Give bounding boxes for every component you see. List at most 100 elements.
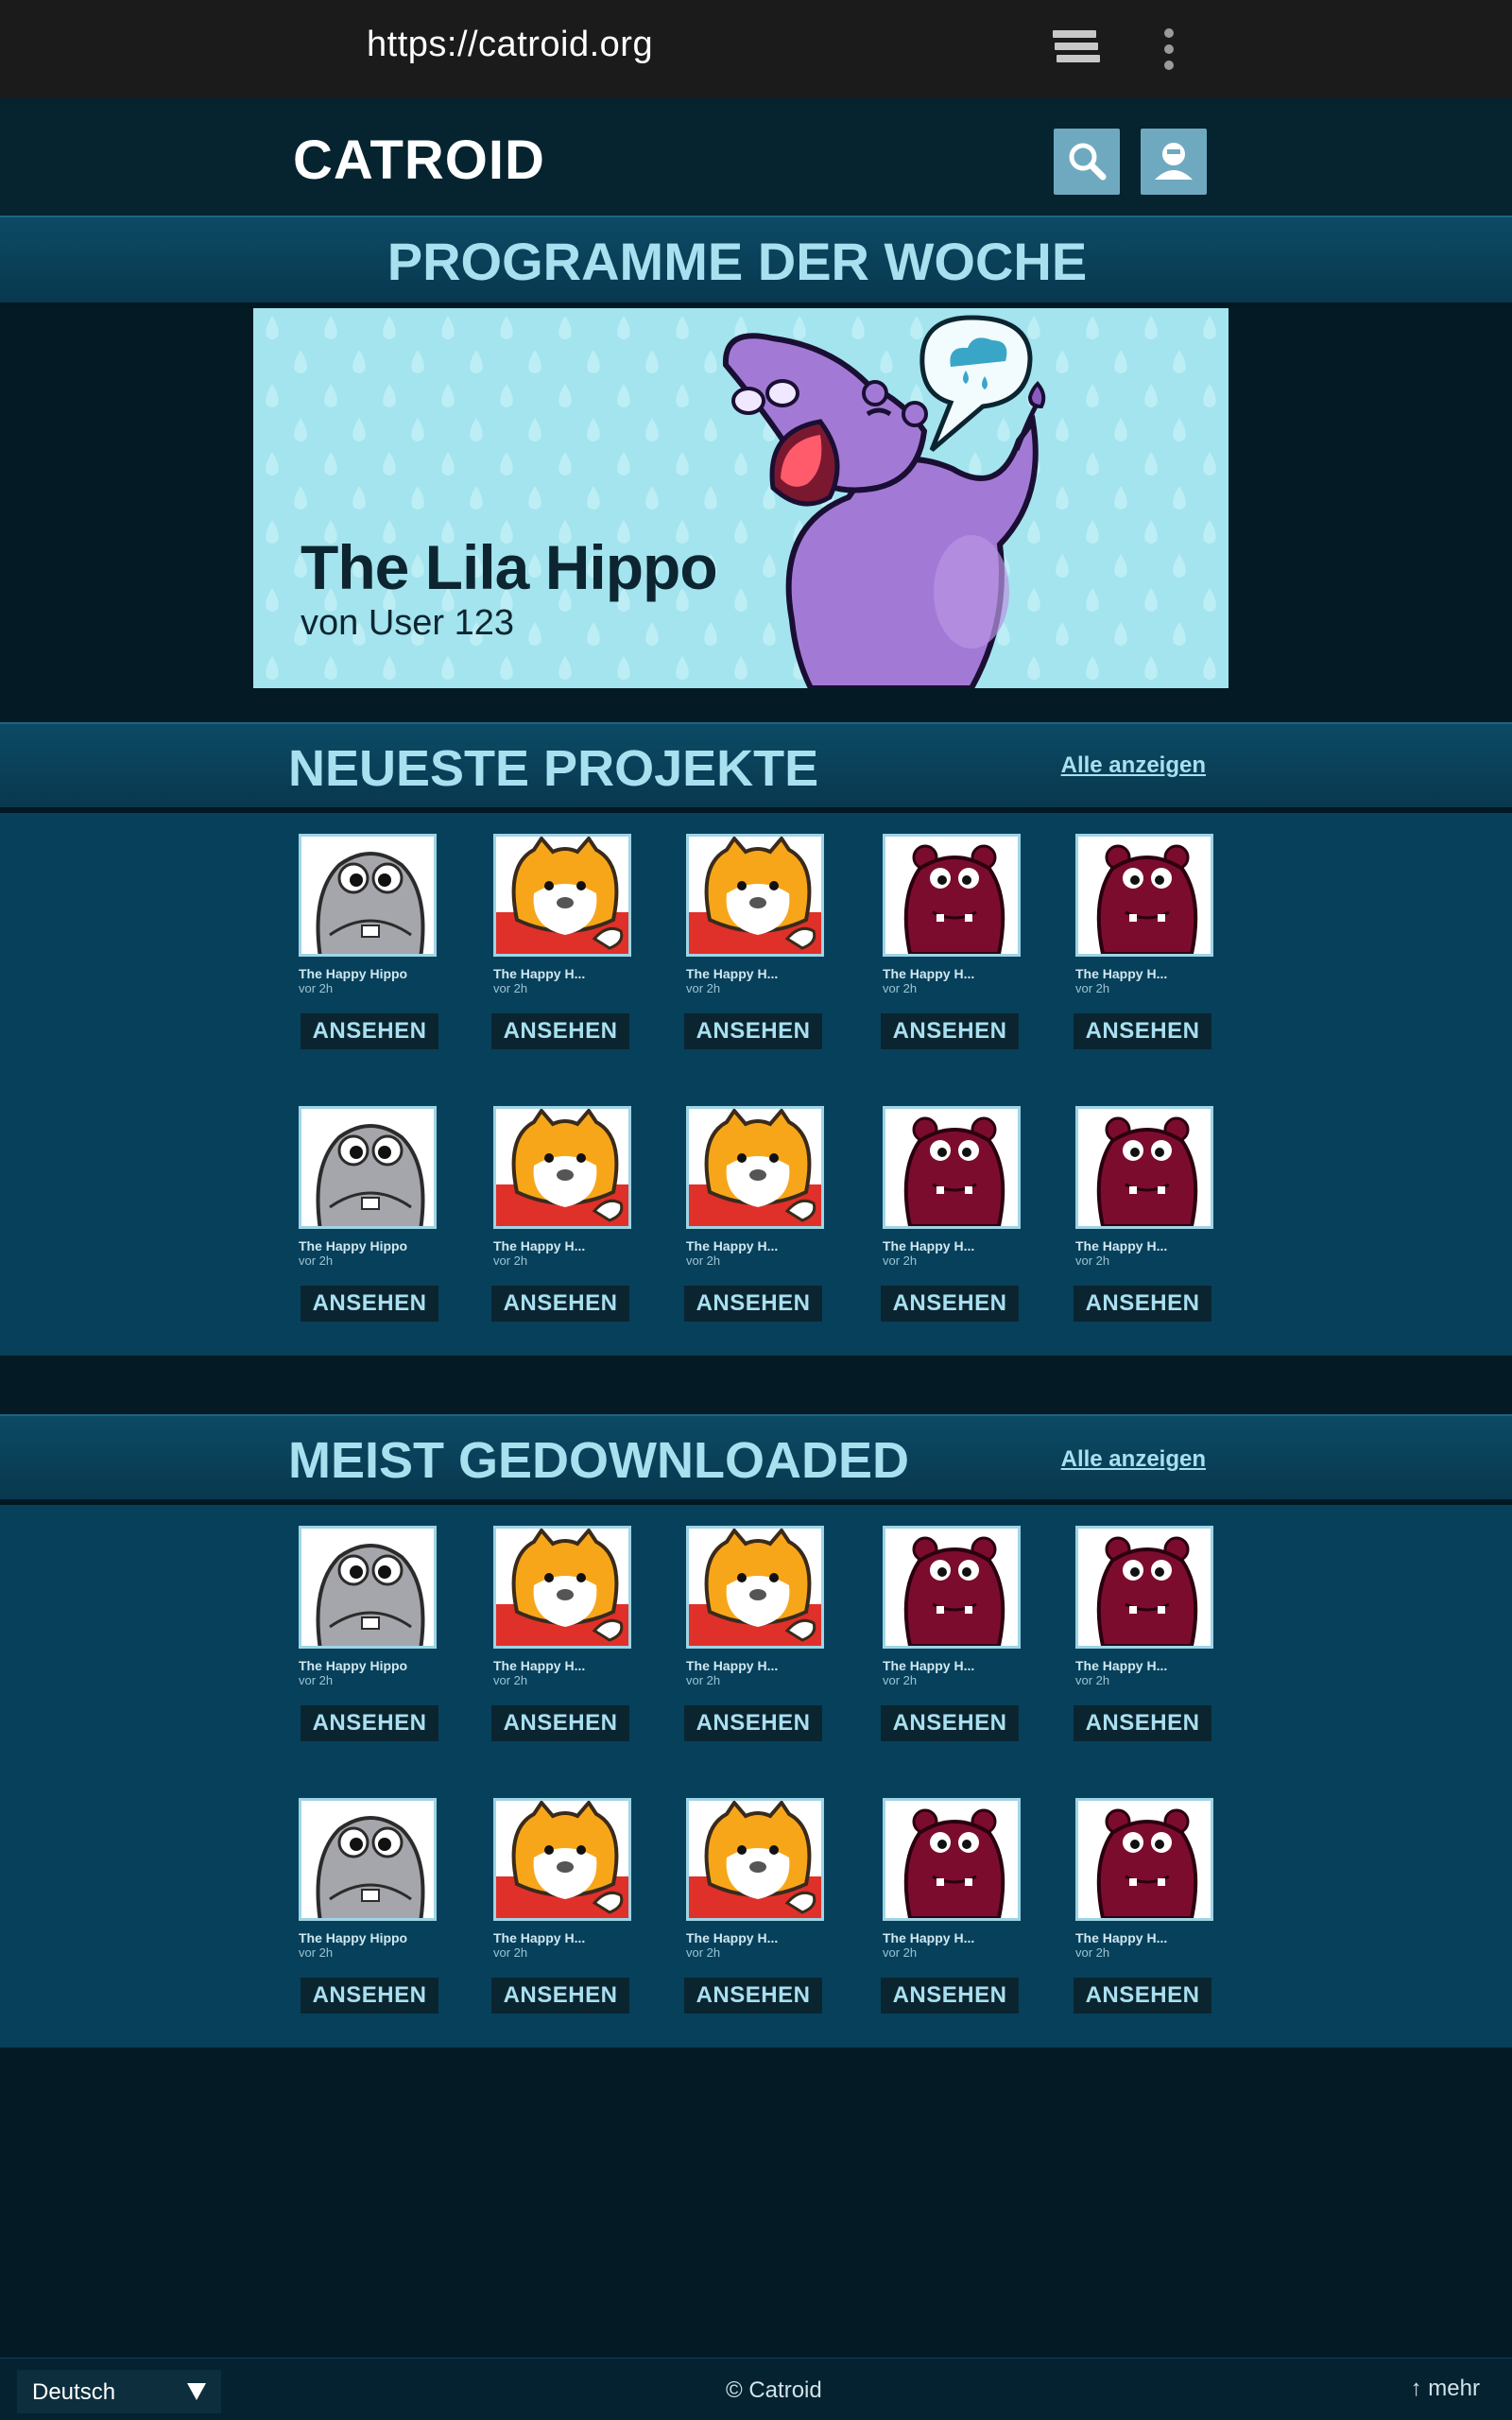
more-vertical-icon[interactable] [1162, 28, 1176, 70]
project-name: The Happy H... [1075, 1658, 1168, 1673]
project-card[interactable]: The Happy H... vor 2h ANSEHEN [684, 834, 828, 1061]
project-thumbnail[interactable] [1075, 1798, 1213, 1921]
newest-section-header: NEUESTE PROJEKTE Alle anzeigen [0, 722, 1512, 813]
project-thumbnail[interactable] [493, 1798, 631, 1921]
view-project-button[interactable]: ANSEHEN [1074, 1013, 1211, 1049]
project-card[interactable]: The Happy H... vor 2h ANSEHEN [1074, 1526, 1217, 1753]
project-name: The Happy H... [883, 1658, 975, 1673]
most-downloaded-section-title: MEIST GEDOWNLOADED [288, 1432, 909, 1489]
newest-project-grid: The Happy Hippo vor 2h ANSEHEN The Happy H.… [0, 813, 1512, 1356]
project-thumbnail[interactable] [686, 834, 824, 957]
search-button[interactable] [1054, 129, 1120, 195]
project-thumbnail[interactable] [299, 834, 437, 957]
chevron-down-icon [187, 2383, 206, 2400]
project-card[interactable]: The Happy H... vor 2h ANSEHEN [881, 1798, 1024, 2025]
project-thumbnail[interactable] [493, 1106, 631, 1229]
project-card[interactable]: The Happy H... vor 2h ANSEHEN [684, 1106, 828, 1333]
project-thumbnail[interactable] [299, 1798, 437, 1921]
project-time: vor 2h [883, 1673, 918, 1687]
view-project-button[interactable]: ANSEHEN [301, 1013, 438, 1049]
project-thumbnail[interactable] [1075, 1106, 1213, 1229]
project-card[interactable]: The Happy H... vor 2h ANSEHEN [491, 1526, 635, 1753]
view-project-button[interactable]: ANSEHEN [881, 1978, 1019, 2014]
profile-button[interactable] [1141, 129, 1207, 195]
project-card[interactable]: The Happy H... vor 2h ANSEHEN [1074, 834, 1217, 1061]
view-project-button[interactable]: ANSEHEN [301, 1978, 438, 2014]
project-card[interactable]: The Happy H... vor 2h ANSEHEN [684, 1798, 828, 2025]
more-link[interactable]: ↑ mehr [1411, 2376, 1480, 2402]
site-logo[interactable]: CATROID [293, 129, 545, 192]
project-name: The Happy Hippo [299, 1238, 408, 1253]
project-card[interactable]: The Happy H... vor 2h ANSEHEN [491, 1106, 635, 1333]
project-name: The Happy H... [1075, 1238, 1168, 1253]
tabs-icon[interactable] [1053, 30, 1100, 70]
project-thumbnail[interactable] [299, 1106, 437, 1229]
project-card[interactable]: The Happy Hippo vor 2h ANSEHEN [299, 1798, 440, 2025]
featured-banner-image[interactable]: The Lila Hippo von User 123 [253, 308, 1228, 688]
project-card[interactable]: The Happy H... vor 2h ANSEHEN [1074, 1106, 1217, 1333]
project-name: The Happy H... [493, 1658, 586, 1673]
project-name: The Happy H... [493, 1930, 586, 1945]
project-card[interactable]: The Happy H... vor 2h ANSEHEN [491, 1798, 635, 2025]
project-time: vor 2h [1075, 1945, 1110, 1960]
project-thumbnail[interactable] [493, 834, 631, 957]
featured-banner[interactable]: The Lila Hippo von User 123 [0, 308, 1512, 688]
project-name: The Happy H... [686, 1658, 779, 1673]
project-thumbnail[interactable] [299, 1526, 437, 1649]
project-card[interactable]: The Happy Hippo vor 2h ANSEHEN [299, 834, 440, 1061]
project-thumbnail[interactable] [883, 1798, 1021, 1921]
view-project-button[interactable]: ANSEHEN [491, 1013, 629, 1049]
most-downloaded-project-grid: The Happy Hippo vor 2h ANSEHEN The Happy H.… [0, 1505, 1512, 2048]
project-card[interactable]: The Happy H... vor 2h ANSEHEN [1074, 1798, 1217, 2025]
project-thumbnail[interactable] [1075, 834, 1213, 957]
view-project-button[interactable]: ANSEHEN [491, 1286, 629, 1322]
project-card[interactable]: The Happy H... vor 2h ANSEHEN [491, 834, 635, 1061]
project-card[interactable]: The Happy H... vor 2h ANSEHEN [881, 1106, 1024, 1333]
project-thumbnail[interactable] [686, 1798, 824, 1921]
project-time: vor 2h [1075, 981, 1110, 995]
project-time: vor 2h [686, 1253, 721, 1268]
view-project-button[interactable]: ANSEHEN [301, 1286, 438, 1322]
most-downloaded-show-all-link[interactable]: Alle anzeigen [1061, 1446, 1206, 1473]
view-project-button[interactable]: ANSEHEN [301, 1705, 438, 1741]
project-thumbnail[interactable] [883, 1526, 1021, 1649]
language-select[interactable]: Deutsch [17, 2370, 221, 2413]
project-time: vor 2h [686, 1673, 721, 1687]
project-thumbnail[interactable] [686, 1526, 824, 1649]
project-name: The Happy H... [686, 966, 779, 981]
view-project-button[interactable]: ANSEHEN [684, 1286, 822, 1322]
project-thumbnail[interactable] [686, 1106, 824, 1229]
project-time: vor 2h [493, 981, 528, 995]
view-project-button[interactable]: ANSEHEN [881, 1705, 1019, 1741]
newest-show-all-link[interactable]: Alle anzeigen [1061, 752, 1206, 779]
view-project-button[interactable]: ANSEHEN [684, 1705, 822, 1741]
project-thumbnail[interactable] [883, 834, 1021, 957]
view-project-button[interactable]: ANSEHEN [1074, 1978, 1211, 2014]
project-time: vor 2h [1075, 1253, 1110, 1268]
view-project-button[interactable]: ANSEHEN [881, 1013, 1019, 1049]
project-card[interactable]: The Happy H... vor 2h ANSEHEN [881, 834, 1024, 1061]
view-project-button[interactable]: ANSEHEN [491, 1978, 629, 2014]
project-name: The Happy H... [686, 1238, 779, 1253]
project-thumbnail[interactable] [883, 1106, 1021, 1229]
view-project-button[interactable]: ANSEHEN [491, 1705, 629, 1741]
project-time: vor 2h [883, 1253, 918, 1268]
project-name: The Happy H... [686, 1930, 779, 1945]
project-thumbnail[interactable] [1075, 1526, 1213, 1649]
project-card[interactable]: The Happy Hippo vor 2h ANSEHEN [299, 1526, 440, 1753]
url-field[interactable]: https://catroid.org [367, 25, 653, 65]
project-card[interactable]: The Happy H... vor 2h ANSEHEN [684, 1526, 828, 1753]
project-time: vor 2h [686, 981, 721, 995]
project-thumbnail[interactable] [493, 1526, 631, 1649]
view-project-button[interactable]: ANSEHEN [684, 1978, 822, 2014]
view-project-button[interactable]: ANSEHEN [684, 1013, 822, 1049]
project-time: vor 2h [883, 1945, 918, 1960]
view-project-button[interactable]: ANSEHEN [1074, 1286, 1211, 1322]
project-card[interactable]: The Happy H... vor 2h ANSEHEN [881, 1526, 1024, 1753]
search-icon [1069, 143, 1107, 181]
project-name: The Happy H... [883, 966, 975, 981]
project-name: The Happy H... [883, 1930, 975, 1945]
view-project-button[interactable]: ANSEHEN [1074, 1705, 1211, 1741]
project-card[interactable]: The Happy Hippo vor 2h ANSEHEN [299, 1106, 440, 1333]
view-project-button[interactable]: ANSEHEN [881, 1286, 1019, 1322]
